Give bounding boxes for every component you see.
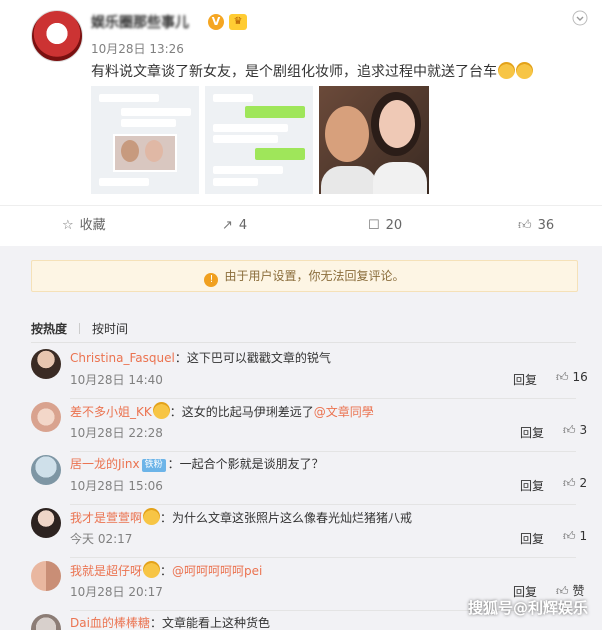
comment-like-button[interactable]: 👍︎ 16 <box>556 370 588 385</box>
comment-username[interactable]: Christina_Fasquel <box>70 351 175 365</box>
sort-time-tab[interactable]: 按时间 <box>92 322 128 336</box>
sort-hot-tab[interactable]: 按热度 <box>31 322 67 336</box>
thumbs-up-icon: 👍︎ <box>556 370 569 384</box>
thumbs-up-icon: 👍︎ <box>563 529 576 543</box>
comment-content: Christina_Fasquel：这下巴可以戳戳文章的锐气 <box>70 349 331 366</box>
comment-text: ： <box>160 564 173 578</box>
comment-content: 差不多小姐_KK ：这女的比起马伊琍差远了@文章同學 <box>70 402 374 420</box>
comment-username[interactable]: 我才是萱萱啊 <box>70 511 142 525</box>
author-avatar[interactable] <box>31 10 83 62</box>
comment-content: 我才是萱萱啊 ：为什么文章这张照片这么像春光灿烂猪猪八戒 <box>70 508 412 526</box>
comment-username[interactable]: 我就是超仔呀 <box>70 564 142 578</box>
repost-count: 4 <box>238 218 248 233</box>
comment-like-count: 1 <box>579 529 588 543</box>
comment-count: 20 <box>385 218 403 233</box>
reply-button[interactable]: 回复 <box>513 371 537 388</box>
reply-disabled-notice: ! 由于用户设置，你无法回复评论。 <box>31 260 578 292</box>
comment-like-count: 16 <box>572 370 588 384</box>
comment-mention[interactable]: @呵呵呵呵呵pei <box>172 564 262 578</box>
notice-text: 由于用户设置，你无法回复评论。 <box>224 269 405 283</box>
avatar[interactable] <box>31 349 61 379</box>
member-crown-icon: ♛ <box>229 14 247 30</box>
comment-text: ：为什么文章这张照片这么像春光灿烂猪猪八戒 <box>160 511 413 525</box>
comment-icon: ☐ <box>368 218 380 233</box>
comment-time: 今天 02:17 <box>70 532 133 546</box>
thumbs-up-icon: 👍︎ <box>556 584 569 598</box>
comment-username[interactable]: 居一龙的Jinx <box>70 457 140 471</box>
post-image-1[interactable] <box>91 86 199 194</box>
reply-button[interactable]: 回复 <box>520 477 544 494</box>
sort-bar: 按热度 按时间 <box>31 320 140 337</box>
avatar[interactable] <box>31 455 61 485</box>
sort-divider <box>79 323 81 334</box>
avatar[interactable] <box>31 614 61 630</box>
comment-text: ：一起合个影就是谈朋友了？ <box>167 457 324 471</box>
comment-time: 10月28日 14:40 <box>70 373 163 387</box>
reply-button[interactable]: 回复 <box>520 530 544 547</box>
comment-content: Dai血的棒棒糖：文章能看上这种货色 <box>70 614 270 630</box>
warning-icon: ! <box>204 273 219 287</box>
comment-like-count: 3 <box>579 423 588 437</box>
emoji-icon <box>498 62 515 79</box>
comment-like-button[interactable]: 👍︎ 1 <box>563 529 587 544</box>
post-text: 有料说文章谈了新女友，是个剧组化妆师，追求过程中就送了台车 <box>91 61 533 81</box>
emoji-icon <box>516 62 533 79</box>
comment-content: 居一龙的Jinx 铁粉 ：一起合个影就是谈朋友了？ <box>70 455 324 472</box>
post-image-3[interactable] <box>319 86 429 194</box>
comment-section: ! 由于用户设置，你无法回复评论。 按热度 按时间 Christina_Fasque… <box>0 246 602 630</box>
repost-icon: ↗ <box>222 218 233 233</box>
comment-like-button[interactable]: 👍︎ 3 <box>563 423 587 438</box>
weibo-post: 娱乐圈那些事儿 V ♛ 10月28日 13:26 有料说文章谈了新女友，是个剧组… <box>0 0 602 205</box>
comment-like-button[interactable]: 👍︎ 2 <box>563 476 587 491</box>
crown-icon <box>152 402 170 419</box>
watermark: 搜狐号@利辉娱乐 <box>467 599 588 617</box>
comment-item: 我才是萱萱啊 ：为什么文章这张照片这么像春光灿烂猪猪八戒 今天 02:17 回复 … <box>0 505 602 558</box>
comment-time: 10月28日 22:28 <box>70 426 163 440</box>
star-icon: ☆ <box>62 218 74 233</box>
author-name[interactable]: 娱乐圈那些事儿 <box>91 12 189 32</box>
post-text-content: 有料说文章谈了新女友，是个剧组化妆师，追求过程中就送了台车 <box>91 64 497 80</box>
thumbs-up-icon: 👍︎ <box>563 423 576 437</box>
thumbs-up-icon: 👍︎ <box>563 476 576 490</box>
fan-badge: 铁粉 <box>141 459 166 472</box>
post-image-2[interactable] <box>205 86 313 194</box>
repost-button[interactable]: ↗ 4 <box>222 206 247 246</box>
chevron-down-icon[interactable] <box>572 10 588 26</box>
comment-text: ：这女的比起马伊琍差远了 <box>169 405 314 419</box>
comment-text: ：这下巴可以戳戳文章的锐气 <box>174 351 331 365</box>
comment-time: 10月28日 20:17 <box>70 585 163 599</box>
comment-text: ：文章能看上这种货色 <box>149 616 270 630</box>
avatar[interactable] <box>31 402 61 432</box>
comment-item: 居一龙的Jinx 铁粉 ：一起合个影就是谈朋友了？ 10月28日 15:06 回复 … <box>0 452 602 505</box>
reply-button[interactable]: 回复 <box>520 424 544 441</box>
like-button[interactable]: 👍︎ 36 <box>518 206 554 246</box>
like-count: 36 <box>537 218 555 233</box>
comment-content: 我就是超仔呀 ：@呵呵呵呵呵pei <box>70 561 262 579</box>
thumbs-up-icon: 👍︎ <box>518 218 532 233</box>
favorite-button[interactable]: ☆ 收藏 <box>62 206 106 246</box>
post-time[interactable]: 10月28日 13:26 <box>91 40 184 57</box>
crown-icon <box>143 561 161 578</box>
action-bar: ☆ 收藏 ↗ 4 ☐ 20 👍︎ 36 <box>0 205 602 246</box>
avatar[interactable] <box>31 561 61 591</box>
comment-username[interactable]: 差不多小姐_KK <box>70 405 152 419</box>
comment-time: 10月28日 15:06 <box>70 479 163 493</box>
divider <box>31 342 576 343</box>
crown-icon <box>143 508 161 525</box>
comment-button[interactable]: ☐ 20 <box>368 206 402 246</box>
comment-item: 差不多小姐_KK ：这女的比起马伊琍差远了@文章同學 10月28日 22:28 回… <box>0 399 602 452</box>
favorite-label: 收藏 <box>79 218 106 233</box>
comment-item: Christina_Fasquel：这下巴可以戳戳文章的锐气 10月28日 14… <box>0 346 602 399</box>
verified-icon: V <box>208 14 224 30</box>
comment-username[interactable]: Dai血的棒棒糖 <box>70 616 150 630</box>
comment-like-count: 赞 <box>572 584 585 598</box>
comment-mention[interactable]: @文章同學 <box>314 405 374 419</box>
avatar[interactable] <box>31 508 61 538</box>
comment-like-count: 2 <box>579 476 588 490</box>
